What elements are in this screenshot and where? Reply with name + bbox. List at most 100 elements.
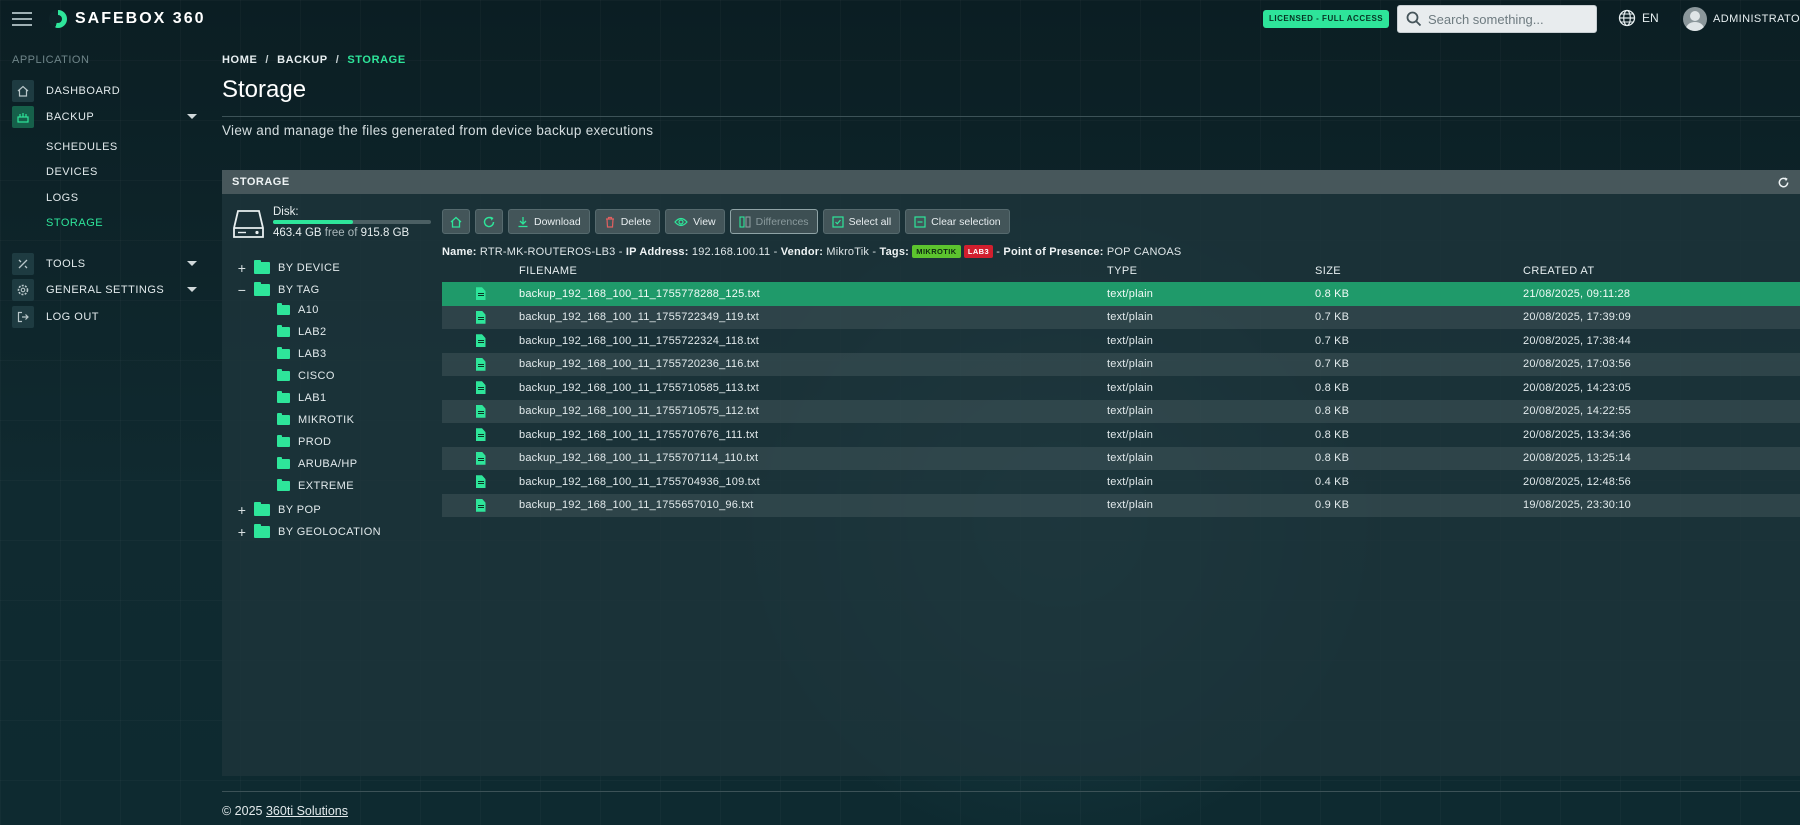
download-button[interactable]: Download	[508, 209, 590, 234]
tree-node-label: EXTREME	[298, 480, 354, 492]
column-filename[interactable]: FILENAME	[519, 265, 1107, 277]
tree-tag-lab3[interactable]: LAB3	[277, 347, 327, 360]
cell-created-at: 20/08/2025, 17:38:44	[1523, 334, 1631, 347]
table-row[interactable]: backup_192_168_100_11_1755704936_109.txt…	[442, 470, 1800, 494]
disk-free-of: free of	[324, 227, 358, 239]
breadcrumb-current: STORAGE	[347, 54, 406, 66]
cell-type: text/plain	[1107, 499, 1154, 512]
divider	[222, 791, 1800, 792]
footer-link[interactable]: 360ti Solutions	[266, 804, 348, 818]
tree-node-label: LAB1	[298, 392, 327, 404]
search-input[interactable]	[1428, 11, 1588, 27]
folder-icon	[277, 325, 290, 337]
cell-size: 0.8 KB	[1315, 428, 1350, 441]
brand-name: SAFEBOX 360	[75, 10, 206, 27]
tree-tag-extreme[interactable]: EXTREME	[277, 479, 354, 492]
cell-filename: backup_192_168_100_11_1755778288_125.txt	[519, 287, 760, 300]
cell-size: 0.9 KB	[1315, 499, 1350, 512]
disk-used: 463.4 GB	[273, 227, 322, 239]
breadcrumb-home[interactable]: HOME	[222, 54, 257, 66]
tree-tag-a10[interactable]: A10	[277, 303, 319, 316]
cell-created-at: 20/08/2025, 17:39:09	[1523, 311, 1631, 324]
cell-type: text/plain	[1107, 311, 1154, 324]
refresh-icon[interactable]	[1777, 176, 1790, 189]
tree-node-by-tag[interactable]: − BY TAG	[236, 282, 320, 298]
tree-node-label: CISCO	[298, 370, 335, 382]
cell-type: text/plain	[1107, 428, 1154, 441]
sidebar-subitem-schedules[interactable]: SCHEDULES	[46, 141, 118, 153]
select-all-button[interactable]: Select all	[822, 209, 901, 234]
tree-tag-prod[interactable]: PROD	[277, 435, 331, 448]
toolbar: Download Delete View Differences Select …	[442, 209, 1010, 234]
folder-icon	[277, 303, 290, 315]
differences-button[interactable]: Differences	[729, 209, 818, 234]
minus-square-icon	[914, 215, 926, 228]
backup-icon	[12, 106, 34, 128]
cell-filename: backup_192_168_100_11_1755710585_113.txt	[519, 381, 760, 394]
tree-node-by-pop[interactable]: + BY POP	[236, 502, 321, 518]
menu-icon[interactable]	[12, 12, 32, 26]
tree-node-by-device[interactable]: + BY DEVICE	[236, 260, 340, 276]
table-row[interactable]: backup_192_168_100_11_1755722349_119.txt…	[442, 305, 1800, 329]
disk-total: 915.8 GB	[360, 227, 410, 239]
table-row[interactable]: backup_192_168_100_11_1755720236_116.txt…	[442, 352, 1800, 376]
table-row[interactable]: backup_192_168_100_11_1755707676_111.txt…	[442, 423, 1800, 447]
column-created-at[interactable]: CREATED AT	[1523, 265, 1800, 277]
expand-icon[interactable]: +	[236, 524, 248, 540]
sidebar-subitem-devices[interactable]: DEVICES	[46, 166, 98, 178]
cell-size: 0.4 KB	[1315, 475, 1350, 488]
footer-copyright: © 2025	[222, 804, 263, 818]
home-button[interactable]	[442, 209, 470, 234]
tree-tag-lab2[interactable]: LAB2	[277, 325, 327, 338]
tree-node-label: ARUBA/HP	[298, 458, 358, 470]
page-title: Storage	[222, 76, 307, 103]
user-menu[interactable]: ADMINISTRATOR	[1683, 7, 1800, 31]
column-type[interactable]: TYPE	[1107, 265, 1315, 277]
refresh-button[interactable]	[475, 209, 503, 234]
delete-button[interactable]: Delete	[594, 209, 661, 234]
clear-selection-button[interactable]: Clear selection	[905, 209, 1010, 234]
expand-icon[interactable]: +	[236, 502, 248, 518]
table-row[interactable]: backup_192_168_100_11_1755707114_110.txt…	[442, 446, 1800, 470]
table-row[interactable]: backup_192_168_100_11_1755778288_125.txt…	[442, 282, 1800, 306]
folder-icon	[254, 502, 270, 516]
table-row[interactable]: backup_192_168_100_11_1755710575_112.txt…	[442, 399, 1800, 423]
tree-tag-mikrotik[interactable]: MIKROTIK	[277, 413, 354, 426]
sidebar-item-label: GENERAL SETTINGS	[46, 284, 165, 296]
language-selector[interactable]: EN	[1618, 9, 1659, 27]
sidebar-item-logout[interactable]: LOG OUT	[12, 306, 197, 328]
select-all-label: Select all	[848, 215, 892, 228]
sidebar-item-general-settings[interactable]: GENERAL SETTINGS	[12, 279, 197, 301]
device-ip: 192.168.100.11	[691, 246, 771, 258]
tree-node-by-geolocation[interactable]: + BY GEOLOCATION	[236, 524, 381, 540]
tree-tag-lab1[interactable]: LAB1	[277, 391, 327, 404]
folder-open-icon	[254, 282, 270, 296]
cell-filename: backup_192_168_100_11_1755722349_119.txt	[519, 311, 760, 324]
clear-selection-label: Clear selection	[931, 215, 1001, 228]
tools-icon	[12, 253, 34, 275]
column-size[interactable]: SIZE	[1315, 265, 1523, 277]
sidebar-item-backup[interactable]: BACKUP	[12, 106, 197, 128]
tree-tag-cisco[interactable]: CISCO	[277, 369, 335, 382]
expand-icon[interactable]: +	[236, 260, 248, 276]
disk-label: Disk:	[273, 206, 299, 218]
view-button[interactable]: View	[665, 209, 725, 234]
folder-icon	[277, 391, 290, 403]
folder-icon	[277, 413, 290, 425]
table-row[interactable]: backup_192_168_100_11_1755657010_96.txt t…	[442, 493, 1800, 517]
sidebar-item-dashboard[interactable]: DASHBOARD	[12, 80, 197, 102]
tree-tag-aruba-hp[interactable]: ARUBA/HP	[277, 457, 358, 470]
sidebar-subitem-logs[interactable]: LOGS	[46, 192, 79, 204]
table-header: FILENAME TYPE SIZE CREATED AT	[442, 260, 1800, 282]
cell-filename: backup_192_168_100_11_1755707114_110.txt	[519, 452, 759, 465]
sidebar-subitem-storage[interactable]: STORAGE	[46, 217, 103, 229]
table-row[interactable]: backup_192_168_100_11_1755710585_113.txt…	[442, 376, 1800, 400]
file-icon	[475, 428, 486, 442]
sidebar-item-label: TOOLS	[46, 258, 86, 270]
breadcrumb: HOME / BACKUP / STORAGE	[222, 54, 406, 66]
disk-amount: 463.4 GB free of 915.8 GB	[273, 227, 409, 239]
sidebar-item-tools[interactable]: TOOLS	[12, 253, 197, 275]
collapse-icon[interactable]: −	[236, 282, 248, 298]
table-row[interactable]: backup_192_168_100_11_1755722324_118.txt…	[442, 329, 1800, 353]
breadcrumb-backup[interactable]: BACKUP	[277, 54, 328, 66]
